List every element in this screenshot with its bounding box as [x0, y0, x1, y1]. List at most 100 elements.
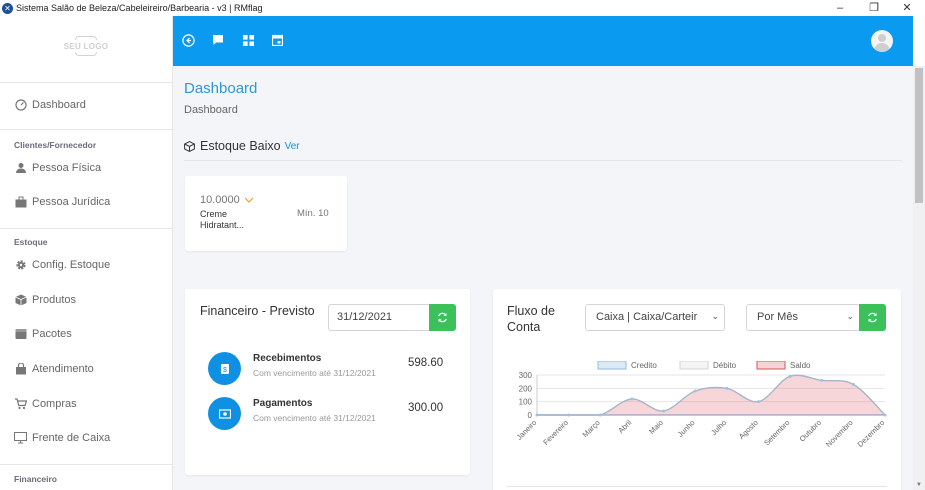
sidebar-section-financeiro: Financeiro [14, 474, 57, 484]
scrollbar-thumb[interactable] [915, 68, 923, 203]
money-bill-icon [208, 397, 241, 430]
fluxo-card: Fluxo de Conta Caixa | Caixa/Carteir ⌄ P… [493, 289, 901, 490]
chevron-down-icon: ⌄ [846, 311, 854, 321]
dollar-icon: $ [208, 352, 241, 385]
chevron-down-icon: ⌄ [711, 311, 719, 321]
x-tick-label: Dezembro [856, 418, 887, 449]
date-input[interactable]: 31/12/2021 [328, 304, 430, 331]
x-tick-label: Fevereiro [541, 418, 570, 447]
vertical-scrollbar[interactable]: ▼ [913, 66, 925, 490]
legend-swatch-0 [597, 360, 627, 370]
x-tick-label: Junho [676, 418, 697, 439]
gear-icon [14, 259, 27, 272]
sidebar-item-pacotes[interactable]: Pacotes [14, 325, 72, 343]
main-content: Dashboard Dashboard Estoque Baixo Ver 10… [173, 66, 913, 490]
x-tick-label: Agosto [737, 418, 760, 441]
user-avatar[interactable] [871, 30, 893, 52]
window-titlebar: ✕ Sistema Salão de Beleza/Cabeleireiro/B… [0, 0, 925, 16]
data-point [851, 382, 855, 386]
monitor-icon [14, 432, 27, 445]
refresh-icon [437, 312, 448, 323]
data-point [820, 378, 824, 382]
sidebar-item-atendimento[interactable]: Atendimento [14, 360, 94, 378]
x-tick-label: Julho [709, 418, 728, 437]
minimize-button[interactable]: – [826, 0, 854, 16]
page-title: Dashboard [184, 80, 258, 97]
person-icon [14, 162, 27, 175]
legend-label-2: Saldo [790, 361, 811, 370]
fluxo-chart: Credito Débito Saldo 0 100 200 300 Janeiro Fever… [503, 360, 895, 471]
sidebar: SEU LOGO Dashboard Clientes/Fornecedor P… [0, 16, 173, 490]
grid-icon[interactable] [241, 33, 255, 47]
refresh-icon [867, 312, 878, 323]
legend-label-1: Débito [713, 361, 737, 370]
stock-section-title: Estoque Baixo Ver [184, 139, 300, 153]
x-tick-label: Maio [647, 418, 665, 436]
data-point [788, 374, 792, 378]
dashboard-gauge-icon [14, 99, 27, 112]
data-point [598, 413, 602, 417]
recebimentos-value: 598.60 [408, 357, 444, 369]
sidebar-item-dashboard[interactable]: Dashboard [14, 96, 86, 114]
logo: SEU LOGO [60, 36, 112, 56]
y-tick-label: 200 [519, 384, 533, 393]
svg-text:$: $ [223, 367, 227, 374]
sidebar-item-compras[interactable]: Compras [14, 395, 77, 413]
close-button[interactable]: ✕ [893, 0, 921, 16]
recebimentos-sub: Com vencimento até 31/12/2021 [253, 368, 376, 378]
financeiro-title: Financeiro - Previsto [200, 304, 315, 318]
x-tick-label: Outubro [798, 418, 824, 444]
app-icon: ✕ [2, 2, 13, 14]
x-tick-label: Março [581, 418, 602, 439]
sidebar-section-estoque: Estoque [14, 237, 48, 247]
data-point [567, 413, 571, 417]
stock-qty: 10.0000 [200, 194, 254, 206]
sidebar-item-frente-de-caixa[interactable]: Frente de Caixa [14, 429, 110, 447]
calendar-icon[interactable] [270, 33, 284, 47]
data-point [535, 413, 539, 417]
x-tick-label: Abril [616, 418, 633, 435]
data-point [693, 389, 697, 393]
box-icon [14, 294, 27, 307]
recebimentos-row: $ Recebimentos Com vencimento até 31/12/… [208, 352, 458, 386]
stock-item-min: Mín. 10 [297, 208, 329, 219]
fluxo-title: Fluxo de Conta [507, 304, 555, 334]
window-title: Sistema Salão de Beleza/Cabeleireiro/Bar… [16, 3, 263, 13]
legend-swatch-2 [756, 360, 786, 370]
scroll-down-icon[interactable]: ▼ [916, 482, 922, 488]
briefcase-icon [14, 196, 27, 209]
sidebar-section-clientes: Clientes/Fornecedor [14, 140, 97, 150]
account-select[interactable]: Caixa | Caixa/Carteir ⌄ [585, 304, 725, 331]
cart-icon [14, 398, 27, 411]
sidebar-item-pessoa-juridica[interactable]: Pessoa Jurídica [14, 193, 110, 211]
stock-item-card[interactable]: 10.0000 Creme Hidratant... Mín. 10 [185, 176, 347, 251]
back-circle-icon[interactable] [181, 33, 195, 47]
pagamentos-row: Pagamentos Com vencimento até 31/12/2021… [208, 397, 458, 431]
pagamentos-label: Pagamentos [253, 398, 313, 409]
stock-view-link[interactable]: Ver [285, 141, 300, 152]
x-tick-label: Janeiro [515, 418, 539, 442]
x-tick-label: Novembro [824, 418, 855, 449]
data-point [725, 386, 729, 390]
recebimentos-label: Recebimentos [253, 353, 322, 364]
maximize-button[interactable]: ❐ [860, 0, 888, 16]
package-icon [14, 328, 27, 341]
refresh-financeiro-button[interactable] [429, 304, 456, 331]
sidebar-item-produtos[interactable]: Produtos [14, 291, 76, 309]
chevron-down-icon [244, 197, 254, 204]
y-tick-label: 300 [519, 371, 533, 380]
breadcrumb: Dashboard [184, 104, 238, 116]
y-tick-label: 100 [519, 398, 533, 407]
data-point [630, 397, 634, 401]
stock-item-name: Creme Hidratant... [200, 209, 245, 230]
cube-icon [184, 140, 195, 152]
data-point [756, 400, 760, 404]
financeiro-card: Financeiro - Previsto 31/12/2021 $ Receb… [185, 289, 470, 475]
chat-icon[interactable] [211, 33, 225, 47]
refresh-fluxo-button[interactable] [859, 304, 886, 331]
sidebar-item-pessoa-fisica[interactable]: Pessoa Física [14, 159, 101, 177]
sidebar-item-config-estoque[interactable]: Config. Estoque [14, 256, 110, 274]
legend-label-0: Credito [631, 361, 657, 370]
period-select[interactable]: Por Mês ⌄ [746, 304, 860, 331]
pagamentos-value: 300.00 [408, 402, 444, 414]
